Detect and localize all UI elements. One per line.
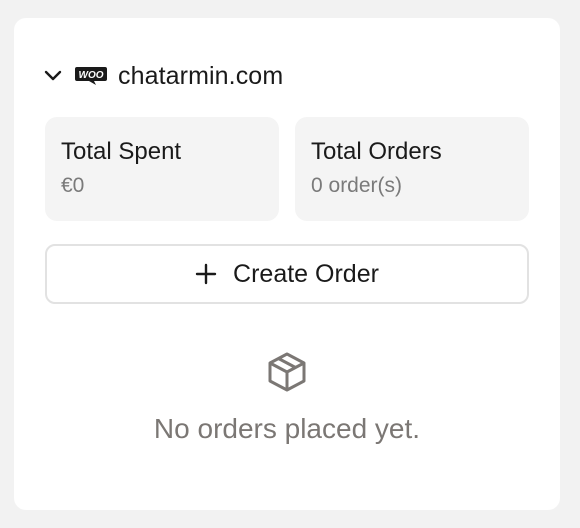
plus-icon (195, 263, 217, 285)
stat-value: 0 order(s) (311, 174, 403, 197)
chevron-down-icon[interactable] (42, 65, 64, 87)
stats-row: Total Spent €0 Total Orders 0 order(s) (45, 117, 529, 221)
stat-label: Total Orders (311, 138, 442, 165)
empty-state: No orders placed yet. (14, 350, 560, 445)
stat-value: €0 (61, 174, 85, 197)
svg-text:WOO: WOO (79, 70, 104, 81)
create-order-label: Create Order (233, 259, 379, 288)
create-order-button[interactable]: Create Order (45, 244, 529, 304)
woocommerce-icon: WOO (74, 65, 108, 87)
store-name: chatarmin.com (118, 61, 284, 90)
stat-total-orders: Total Orders 0 order(s) (295, 117, 529, 221)
stat-total-spent: Total Spent €0 (45, 117, 279, 221)
empty-state-message: No orders placed yet. (153, 413, 421, 444)
store-header[interactable]: WOO chatarmin.com (42, 56, 283, 96)
stat-label: Total Spent (61, 138, 182, 165)
box-icon (265, 350, 309, 394)
